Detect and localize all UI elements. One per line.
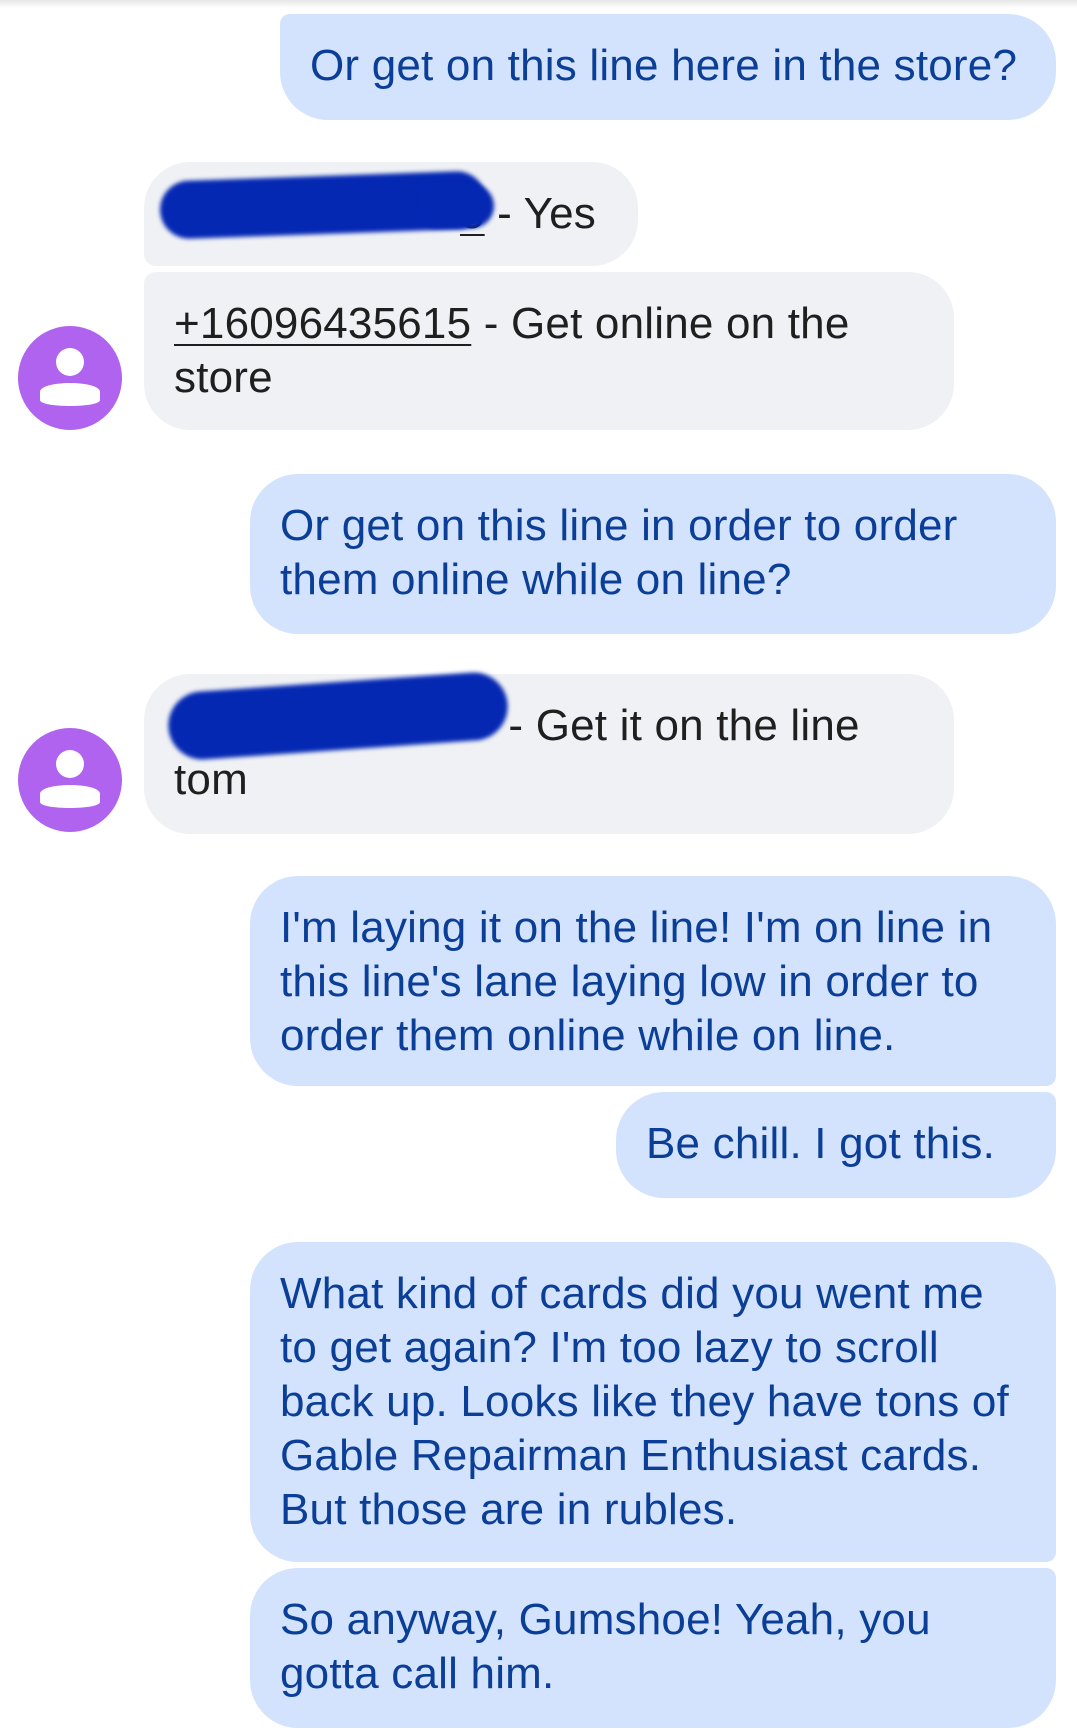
outgoing-message[interactable]: I'm laying it on the line! I'm on line i… (250, 876, 1056, 1086)
outgoing-message[interactable]: Or get on this line here in the store? (280, 14, 1056, 120)
outgoing-message[interactable]: Be chill. I got this. (616, 1092, 1056, 1198)
message-text: Or get on this line here in the store? (310, 41, 1018, 90)
message-text: Or get on this line in order to order th… (280, 501, 958, 604)
outgoing-message[interactable]: What kind of cards did you went me to ge… (250, 1242, 1056, 1562)
redaction-mark (420, 184, 494, 228)
message-text: So anyway, Gumshoe! Yeah, you gotta call… (280, 1595, 931, 1698)
outgoing-message[interactable]: Or get on this line in order to order th… (250, 474, 1056, 634)
person-icon (40, 348, 100, 406)
message-text: - Yes (484, 189, 596, 238)
top-divider (0, 0, 1077, 8)
message-text: What kind of cards did you went me to ge… (280, 1269, 1009, 1534)
person-icon (40, 750, 100, 808)
incoming-message[interactable]: +16096435615 - Get online on the store (144, 272, 954, 430)
avatar[interactable] (18, 728, 122, 832)
message-text: Be chill. I got this. (646, 1119, 996, 1168)
message-text: I'm laying it on the line! I'm on line i… (280, 903, 993, 1060)
sender-number[interactable]: +16096435615 (174, 299, 471, 348)
avatar[interactable] (18, 326, 122, 430)
outgoing-message[interactable]: So anyway, Gumshoe! Yeah, you gotta call… (250, 1568, 1056, 1728)
